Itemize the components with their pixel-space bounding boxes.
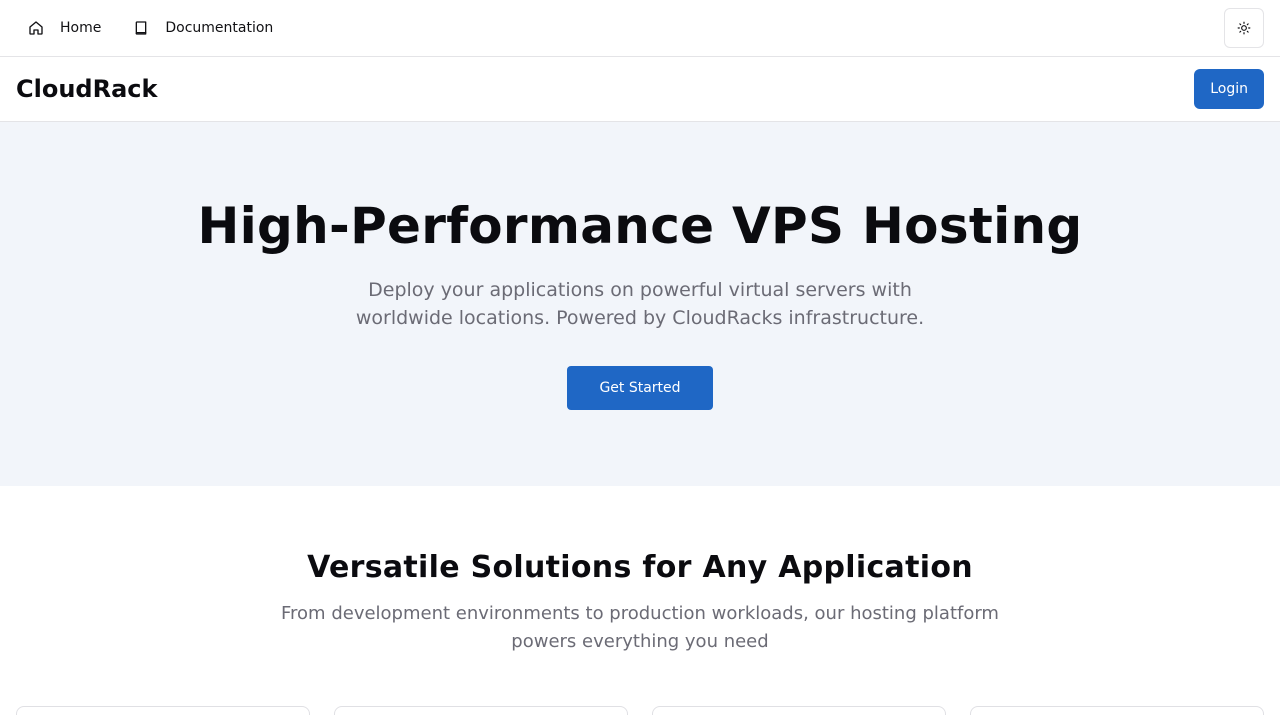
nav-link-documentation[interactable]: Documentation [121,8,285,48]
nav-link-home[interactable]: Home [16,8,113,48]
solution-cards [16,706,1264,715]
book-icon [133,20,149,36]
solutions-section: Versatile Solutions for Any Application … [0,486,1280,715]
solutions-subtitle: From development environments to product… [281,603,999,652]
sun-icon [1237,21,1251,35]
get-started-button[interactable]: Get Started [567,366,713,410]
nav-link-documentation-label: Documentation [165,20,274,36]
solution-card[interactable] [16,706,310,715]
hero-title: High-Performance VPS Hosting [197,197,1083,255]
solution-card[interactable] [970,706,1264,715]
home-icon [28,20,44,36]
hero-section: High-Performance VPS Hosting Deploy your… [0,122,1280,486]
brand-logo[interactable]: CloudRack [16,75,157,103]
solution-card[interactable] [334,706,628,715]
nav-link-home-label: Home [60,20,102,36]
top-navigation: Home Documentation [0,0,1280,57]
hero-subtitle: Deploy your applications on powerful vir… [355,279,925,329]
solutions-title: Versatile Solutions for Any Application [307,550,973,585]
theme-toggle-button[interactable] [1224,8,1264,48]
site-header: CloudRack Login [0,57,1280,122]
solution-card[interactable] [652,706,946,715]
login-button[interactable]: Login [1194,69,1264,109]
